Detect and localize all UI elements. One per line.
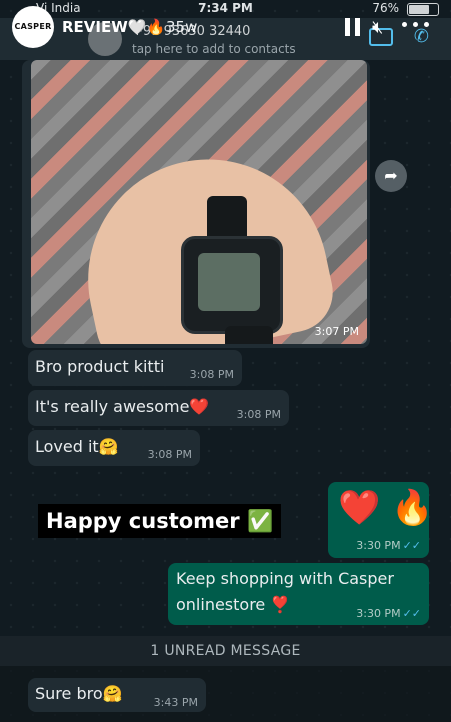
message-time: 3:07 PM — [314, 325, 359, 338]
message-text: ❤️ 🔥 — [338, 488, 434, 528]
story-username[interactable]: REVIEW🤍🔥 — [62, 18, 165, 36]
battery-percent: 76% — [372, 1, 399, 15]
forward-icon[interactable]: ➦ — [375, 160, 407, 192]
message-bubble[interactable]: ❤️ 🔥 3:30 PM ✓✓ — [328, 482, 433, 558]
message-text-line2: onlinestore ❣️ — [176, 595, 291, 614]
more-options-icon[interactable] — [402, 22, 432, 28]
battery-icon — [407, 3, 439, 16]
message-time: 3:43 PM — [153, 696, 198, 709]
message-time: 3:08 PM — [236, 408, 281, 421]
story-avatar[interactable]: CASPER — [12, 6, 54, 48]
message-time: 3:08 PM — [147, 448, 192, 461]
story-time: 35w — [166, 18, 198, 36]
message-text: Sure bro🤗 — [35, 684, 123, 703]
pause-icon[interactable] — [345, 18, 361, 36]
message-bubble[interactable]: It's really awesome❤️ 3:08 PM — [28, 390, 289, 426]
watch-photo[interactable]: 3:07 PM — [31, 60, 367, 344]
unread-divider: 1 UNREAD MESSAGE — [0, 636, 451, 666]
message-bubble[interactable]: Keep shopping with Casper onlinestore ❣️… — [168, 563, 429, 625]
watch-body — [181, 236, 283, 334]
message-text-line1: Keep shopping with Casper — [176, 569, 394, 588]
battery-fill — [409, 5, 429, 14]
message-bubble[interactable]: Sure bro🤗 3:43 PM — [28, 678, 206, 712]
message-bubble[interactable]: Loved it🤗 3:08 PM — [28, 430, 200, 466]
read-receipt-icon: ✓✓ — [402, 607, 421, 620]
message-text: Bro product kitti — [35, 357, 165, 376]
story-caption: Happy customer ✅ — [38, 504, 282, 538]
mute-icon[interactable]: 🔇︎ — [372, 17, 383, 38]
message-text: Loved it🤗 — [35, 437, 119, 456]
message-time: 3:30 PM ✓✓ — [356, 539, 421, 552]
phone-icon[interactable]: ✆ — [414, 26, 429, 47]
contact-subtitle[interactable]: tap here to add to contacts — [132, 42, 296, 56]
message-bubble[interactable]: Bro product kitti 3:08 PM — [28, 350, 242, 386]
message-text: It's really awesome❤️ — [35, 397, 210, 416]
status-bar: Vi India 7:34 PM 76% — [0, 0, 451, 18]
read-receipt-icon: ✓✓ — [402, 539, 421, 552]
watch-strap — [225, 326, 273, 344]
message-time: 3:08 PM — [189, 368, 234, 381]
watch-face — [198, 253, 260, 311]
message-time: 3:30 PM ✓✓ — [356, 607, 421, 620]
